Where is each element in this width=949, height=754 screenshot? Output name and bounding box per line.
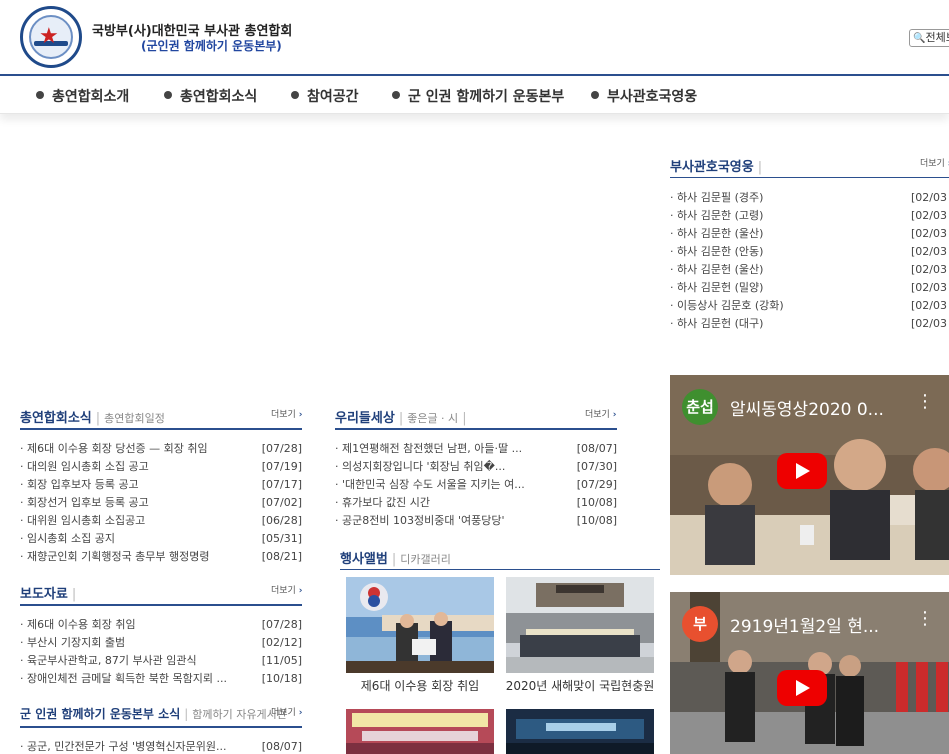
main-nav: 총연합회소개 총연합회소식 참여공간 군 인권 함께하기 운동본부 부사관호국영… — [0, 77, 949, 114]
site-logo[interactable]: ★ — [20, 6, 82, 68]
nav-item-heroes[interactable]: 부사관호국영웅 — [591, 86, 697, 106]
channel-avatar[interactable]: 춘섭 — [682, 389, 718, 425]
list-item[interactable]: · 하사 김문필 (경주) [02/03 — [670, 189, 949, 207]
video-player-2[interactable]: 부 2919년1월2일 현... ⋮ — [670, 592, 949, 754]
list-item[interactable]: · 하사 김문헌 (대구) [02/03 — [670, 315, 949, 333]
world-subtab[interactable]: 좋은글 · 시 — [407, 412, 458, 425]
rights-divider — [20, 726, 302, 728]
list-item[interactable]: · 하사 김문한 (고령) [02/03 — [670, 207, 949, 225]
bullet-icon — [164, 91, 172, 99]
bullet-icon — [591, 91, 599, 99]
play-icon — [796, 463, 810, 479]
album-subtab[interactable]: 디카갤러리 — [400, 553, 451, 566]
heroes-divider — [670, 177, 949, 178]
nav-item-participate[interactable]: 참여공간 — [291, 86, 359, 106]
play-button[interactable] — [777, 453, 827, 489]
play-button[interactable] — [777, 670, 827, 706]
list-item[interactable]: · 휴가보다 값진 시간 [10/08] — [335, 494, 617, 512]
chevron-right-icon: › — [298, 708, 303, 718]
list-item[interactable]: · 제6대 이수용 회장 취임 [07/28] — [20, 616, 302, 634]
press-divider — [20, 604, 302, 606]
news-list: · 제6대 이수용 회장 당선증 — 회장 취임 [07/28] · 대의원 임시… — [20, 440, 302, 566]
list-item[interactable]: · 회장 입후보자 등록 공고 [07/17] — [20, 476, 302, 494]
list-item[interactable]: · 의성지회장입니다 '회장님 취임�... [07/30] — [335, 458, 617, 476]
album-caption-2[interactable]: 2020년 새해맞이 국립현충원 — [502, 677, 658, 694]
album-divider — [340, 569, 660, 570]
news-title[interactable]: 총연합회소식 | 총연합회일정 — [20, 407, 165, 426]
search-button[interactable]: 🔍전체보 — [909, 29, 949, 47]
list-item[interactable]: · 하사 김문헌 (밀양) [02/03 — [670, 279, 949, 297]
list-item[interactable]: · 재향군인회 기획행정국 총무부 행정명령 [08/21] — [20, 548, 302, 566]
press-more-link[interactable]: 더보기 › — [271, 583, 302, 596]
album-title[interactable]: 행사앨범 | 디카갤러리 — [340, 548, 451, 567]
press-title[interactable]: 보도자료 | — [20, 583, 80, 602]
photo-image — [506, 577, 654, 673]
chevron-right-icon: › — [298, 410, 303, 420]
album-caption-1[interactable]: 제6대 이수용 회장 취임 — [346, 677, 494, 694]
video-player-1[interactable]: 춘섭 알씨동영상2020 0... ⋮ — [670, 375, 949, 575]
list-item[interactable]: · 공군, 민간전문가 구성 '병영혁신자문위원... [08/07] — [20, 738, 302, 754]
list-item[interactable]: · 하사 김문한 (울산) [02/03 — [670, 225, 949, 243]
news-subtab[interactable]: 총연합회일정 — [104, 412, 165, 425]
heroes-list: · 하사 김문필 (경주) [02/03 · 하사 김문한 (고령) [02/03 … — [670, 189, 949, 333]
more-vert-icon[interactable]: ⋮ — [916, 610, 934, 628]
list-item[interactable]: · 하사 김문한 (안동) [02/03 — [670, 243, 949, 261]
org-subtitle[interactable]: (군인권 함께하기 운동본부) — [141, 37, 282, 54]
search-icon: 🔍 — [913, 33, 926, 44]
heroes-title[interactable]: 부사관호국영웅 | — [670, 156, 766, 175]
rights-list: · 공군, 민간전문가 구성 '병영혁신자문위원... [08/07] — [20, 738, 302, 754]
bullet-icon — [392, 91, 400, 99]
search-label: 전체보 — [925, 31, 949, 44]
list-item[interactable]: · 회장선거 입후보 등록 공고 [07/02] — [20, 494, 302, 512]
world-divider — [335, 428, 617, 430]
bullet-icon — [36, 91, 44, 99]
list-item[interactable]: · 제1연평해전 참전했던 남편, 아들·딸 ... [08/07] — [335, 440, 617, 458]
chevron-right-icon: › — [298, 586, 303, 596]
list-item[interactable]: · 부산시 기장지회 출범 [02/12] — [20, 634, 302, 652]
list-item[interactable]: · 이등상사 김문호 (강화) [02/03 — [670, 297, 949, 315]
album-photo-2[interactable] — [506, 577, 654, 673]
heroes-more-link[interactable]: 더보기 › — [920, 156, 949, 169]
nav-item-news[interactable]: 총연합회소식 — [164, 86, 257, 106]
photo-image — [346, 577, 494, 673]
photo-image — [346, 709, 494, 754]
photo-image — [506, 709, 654, 754]
album-photo-3[interactable] — [346, 709, 494, 754]
album-photo-1[interactable] — [346, 577, 494, 673]
list-item[interactable]: · 대의원 임시총회 소집 공고 [07/19] — [20, 458, 302, 476]
play-icon — [796, 680, 810, 696]
list-item[interactable]: · 대위원 임시총회 소집공고 [06/28] — [20, 512, 302, 530]
album-photo-4[interactable] — [506, 709, 654, 754]
site-header: ★ 국방부(사)대한민국 부사관 총연합회 (군인권 함께하기 운동본부) 🔍전… — [0, 0, 949, 76]
list-item[interactable]: · 하사 김문헌 (울산) [02/03 — [670, 261, 949, 279]
nav-item-intro[interactable]: 총연합회소개 — [36, 86, 129, 106]
news-more-link[interactable]: 더보기 › — [271, 407, 302, 420]
list-item[interactable]: · '대한민국 심장 수도 서울을 지키는 여... [07/29] — [335, 476, 617, 494]
more-vert-icon[interactable]: ⋮ — [916, 393, 934, 411]
list-item[interactable]: · 공군8전비 103정비중대 '여풍당당' [10/08] — [335, 512, 617, 530]
world-list: · 제1연평해전 참전했던 남편, 아들·딸 ... [08/07] · 의성지회… — [335, 440, 617, 530]
video-title[interactable]: 알씨동영상2020 0... — [730, 395, 884, 420]
world-more-link[interactable]: 더보기 › — [585, 407, 616, 420]
world-title[interactable]: 우리들세상 | 좋은글 · 시 | — [335, 407, 471, 426]
channel-avatar[interactable]: 부 — [682, 606, 718, 642]
video-title[interactable]: 2919년1월2일 현... — [730, 612, 879, 637]
chevron-right-icon: › — [612, 410, 617, 420]
rights-title[interactable]: 군 인권 함께하기 운동본부 소식 | 함께하기 자유게시판 — [20, 705, 287, 722]
press-list: · 제6대 이수용 회장 취임 [07/28] · 부산시 기장지회 출범 [02/… — [20, 616, 302, 688]
list-item[interactable]: · 임시총회 소집 공지 [05/31] — [20, 530, 302, 548]
bullet-icon — [291, 91, 299, 99]
rights-more-link[interactable]: 더보기 › — [271, 705, 302, 718]
nav-item-rights[interactable]: 군 인권 함께하기 운동본부 — [392, 86, 564, 106]
list-item[interactable]: · 제6대 이수용 회장 당선증 — 회장 취임 [07/28] — [20, 440, 302, 458]
list-item[interactable]: · 육군부사관학교, 87기 부사관 임관식 [11/05] — [20, 652, 302, 670]
star-icon: ★ — [39, 24, 59, 49]
news-divider — [20, 428, 302, 430]
logo-emblem: ★ — [29, 15, 73, 59]
list-item[interactable]: · 장애인체전 금메달 획득한 북한 목함지뢰 ... [10/18] — [20, 670, 302, 688]
